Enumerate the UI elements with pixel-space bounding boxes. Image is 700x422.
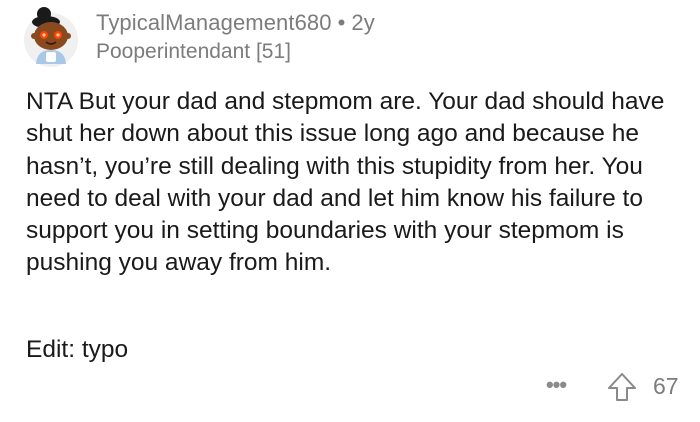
snoo-avatar-icon — [24, 7, 78, 67]
separator-dot: • — [337, 10, 346, 35]
more-options-button[interactable]: ••• — [541, 370, 571, 400]
username-link[interactable]: TypicalManagement680 — [96, 10, 332, 35]
upvote-button[interactable] — [606, 371, 638, 403]
comment-header: TypicalManagement680 • 2y — [96, 10, 375, 36]
comment-age: 2y — [351, 10, 375, 35]
avatar[interactable] — [22, 6, 80, 68]
vote-count: 67 — [653, 373, 679, 399]
comment-edit-note: Edit: typo — [26, 336, 129, 363]
comment-body: NTA But your dad and stepmom are. Your d… — [26, 88, 665, 277]
user-flair: Pooperintendant [51] — [96, 40, 291, 63]
upvote-arrow-icon — [608, 373, 636, 401]
